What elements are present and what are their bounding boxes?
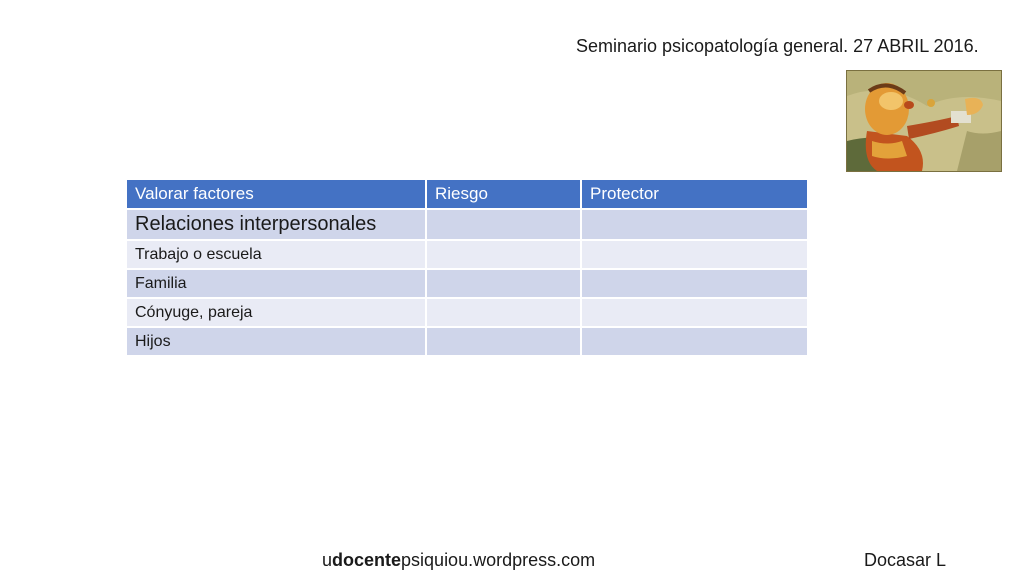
table-row: Hijos [125,326,809,357]
factor-cell: Cónyuge, pareja [125,297,427,328]
footer-url-suffix: psiquiou.wordpress.com [401,550,596,570]
protector-cell [580,326,809,357]
protector-cell [580,208,809,241]
factor-cell: Hijos [125,326,427,357]
risk-factors-table: Valorar factores Riesgo Protector Relaci… [125,178,809,357]
painting-image [846,70,1002,172]
protector-cell [580,239,809,270]
table-header-row: Valorar factores Riesgo Protector [125,178,809,210]
header-protector: Protector [580,178,809,210]
header-riesgo: Riesgo [425,178,582,210]
table-row: Cónyuge, pareja [125,297,809,328]
factor-cell: Relaciones interpersonales [125,208,427,241]
riesgo-cell [425,326,582,357]
table-row: Familia [125,268,809,299]
factor-cell: Trabajo o escuela [125,239,427,270]
protector-cell [580,268,809,299]
protector-cell [580,297,809,328]
footer-url-bold: docente [332,550,402,570]
factor-cell: Familia [125,268,427,299]
table-row: Relaciones interpersonales [125,208,809,241]
riesgo-cell [425,208,582,241]
table-row: Trabajo o escuela [125,239,809,270]
footer-author: Docasar L [864,550,947,570]
footer-url: udocentepsiquiou.wordpress.com [322,550,595,571]
header-valorar-factores: Valorar factores [125,178,427,210]
footer-url-prefix: u [322,550,333,570]
slide-title: Seminario psicopatología general. 27 ABR… [576,36,979,56]
riesgo-cell [425,239,582,270]
riesgo-cell [425,297,582,328]
riesgo-cell [425,268,582,299]
